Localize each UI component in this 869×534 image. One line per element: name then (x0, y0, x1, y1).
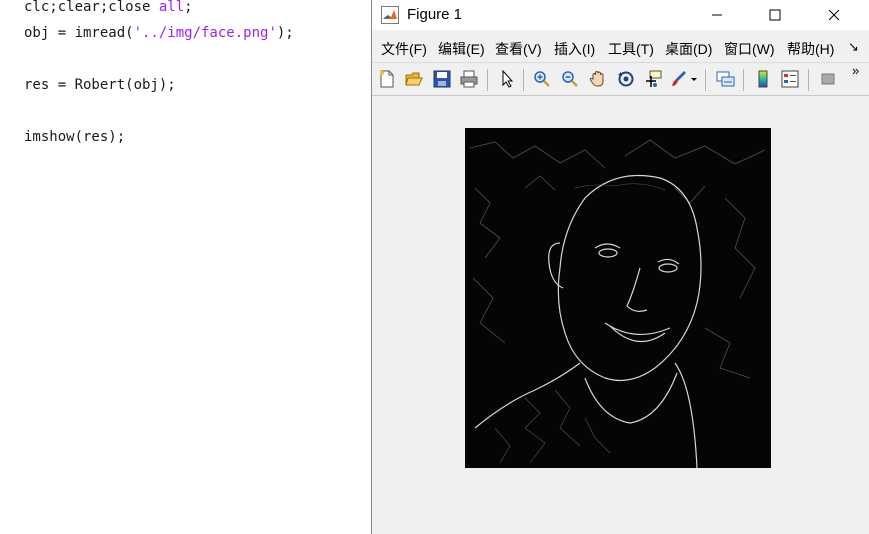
code-text: ); (276, 25, 294, 41)
rotate-3d-button[interactable] (615, 68, 637, 90)
edit-plot-button[interactable] (496, 68, 518, 90)
figure-canvas[interactable] (372, 96, 869, 534)
code-text: obj = imread( (24, 25, 134, 41)
code-line[interactable]: imshow(res); (24, 128, 125, 146)
menu-file[interactable]: 文件(F) (381, 39, 427, 59)
toolbar-separator (808, 69, 809, 91)
close-icon (828, 9, 840, 21)
code-text: ; (184, 0, 193, 15)
code-editor[interactable]: clc;clear;close all; obj = imread('../im… (0, 0, 371, 534)
code-line[interactable]: obj = imread('../img/face.png'); (24, 24, 294, 42)
toolbar: » (372, 62, 869, 96)
link-plot-icon (716, 71, 735, 87)
brush-icon (672, 71, 697, 86)
save-button[interactable] (431, 68, 453, 90)
maximize-icon (769, 9, 781, 21)
new-file-icon (379, 70, 394, 88)
menu-tools[interactable]: 工具(T) (608, 39, 654, 59)
hide-plot-tools-button[interactable] (817, 68, 839, 90)
data-cursor-icon (646, 70, 662, 87)
insert-colorbar-button[interactable] (752, 68, 774, 90)
window-title: Figure 1 (407, 6, 463, 23)
menu-view[interactable]: 查看(V) (495, 39, 542, 59)
toolbar-separator (743, 69, 744, 91)
open-file-button[interactable] (403, 68, 425, 90)
zoom-out-button[interactable] (559, 68, 581, 90)
link-plot-button[interactable] (715, 68, 737, 90)
print-icon (460, 70, 478, 88)
colorbar-icon (758, 70, 768, 88)
code-keyword: all (158, 0, 185, 15)
zoom-in-button[interactable] (531, 68, 553, 90)
toolbar-separator (523, 69, 524, 91)
insert-legend-button[interactable] (779, 68, 801, 90)
zoom-in-icon (534, 71, 550, 87)
menu-insert[interactable]: 插入(I) (554, 39, 595, 59)
zoom-out-icon (562, 71, 578, 87)
figure-window: Figure 1 文件(F) 编辑(E) 查看(V) 插入(I) 工具(T) 桌… (371, 0, 869, 534)
toolbar-separator (487, 69, 488, 91)
legend-icon (781, 70, 799, 88)
toolbar-separator (705, 69, 706, 91)
pointer-arrow-icon (502, 70, 514, 88)
code-text: clc;clear;close (24, 0, 159, 15)
menu-overflow-icon[interactable]: ↘ (848, 39, 859, 55)
matlab-icon (381, 6, 399, 24)
code-string: '../img/face.png' (133, 25, 277, 41)
code-line[interactable]: clc;clear;close all; (24, 0, 193, 16)
menu-bar: 文件(F) 编辑(E) 查看(V) 插入(I) 工具(T) 桌面(D) 窗口(W… (372, 36, 869, 60)
pan-button[interactable] (587, 68, 609, 90)
edge-detected-face-image (465, 128, 771, 468)
rotate-3d-icon (618, 71, 634, 87)
menu-edit[interactable]: 编辑(E) (438, 39, 485, 59)
toolbar-overflow-icon[interactable]: » (852, 63, 859, 78)
code-text: res = Robert(obj); (24, 77, 176, 93)
minimize-icon (712, 14, 722, 16)
title-bar[interactable]: Figure 1 (372, 0, 869, 30)
brush-button[interactable] (669, 68, 699, 90)
code-line[interactable]: res = Robert(obj); (24, 76, 176, 94)
edge-image[interactable] (465, 128, 771, 468)
print-button[interactable] (458, 68, 480, 90)
menu-desktop[interactable]: 桌面(D) (665, 39, 712, 59)
hand-icon (589, 70, 604, 87)
close-button[interactable] (811, 0, 857, 30)
plot-tools-icon (821, 73, 835, 85)
data-cursor-button[interactable] (642, 68, 664, 90)
menu-window[interactable]: 窗口(W) (724, 39, 775, 59)
save-icon (433, 70, 451, 88)
new-figure-button[interactable] (376, 68, 398, 90)
maximize-button[interactable] (752, 0, 798, 30)
code-text: imshow(res); (24, 129, 126, 145)
open-folder-icon (405, 72, 423, 86)
menu-help[interactable]: 帮助(H) (787, 39, 834, 59)
minimize-button[interactable] (694, 0, 740, 30)
